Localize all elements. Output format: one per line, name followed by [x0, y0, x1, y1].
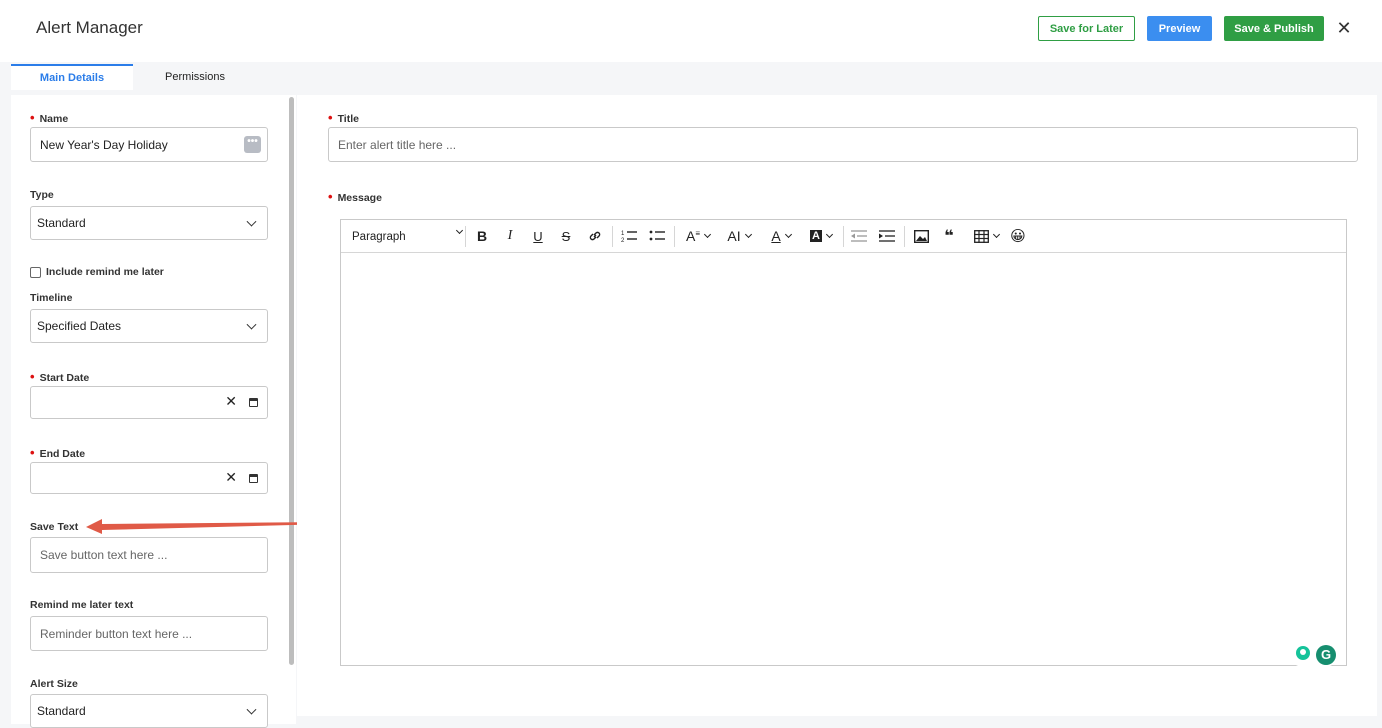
save-text-placeholder: Save button text here ... [40, 548, 168, 562]
tab-main-details[interactable]: Main Details [11, 64, 133, 90]
alert-size-label: Alert Size [30, 678, 78, 690]
image-icon[interactable] [911, 226, 931, 246]
paragraph-style-select[interactable]: Paragraph [352, 226, 464, 247]
title-input[interactable]: Enter alert title here ... [328, 127, 1358, 162]
emoji-button[interactable]: 😀 [1008, 226, 1028, 246]
preview-button[interactable]: Preview [1147, 16, 1212, 41]
remind-text-input[interactable]: Reminder button text here ... [30, 616, 268, 651]
name-label: Name [30, 110, 69, 125]
bullet-list-icon[interactable] [647, 226, 667, 246]
font-color-button[interactable]: A [765, 226, 797, 246]
chevron-down-icon [246, 216, 257, 227]
message-editor[interactable]: Paragraph B I U S 12 A ≡ AI A A ❝ 😀 [340, 219, 1347, 666]
chevron-down-icon [246, 319, 257, 330]
calendar-icon[interactable] [249, 474, 258, 483]
timeline-select[interactable]: Specified Dates [30, 309, 268, 343]
remind-me-later-label: Include remind me later [46, 266, 164, 278]
remind-text-placeholder: Reminder button text here ... [40, 626, 193, 641]
alert-size-select[interactable]: Standard [30, 694, 268, 728]
ordered-list-icon[interactable]: 12 [619, 226, 639, 246]
font-color-glyph: A [771, 228, 781, 244]
save-for-later-button[interactable]: Save for Later [1038, 16, 1135, 41]
indent-icon[interactable] [877, 226, 897, 246]
svg-text:2: 2 [621, 238, 625, 243]
table-icon[interactable] [969, 226, 1003, 246]
toolbar-divider [674, 226, 675, 247]
clear-icon[interactable]: ✕ [225, 469, 237, 486]
clear-icon[interactable]: ✕ [225, 393, 237, 410]
strikethrough-button[interactable]: S [556, 226, 576, 246]
tab-bar: Main Details Permissions [0, 62, 1382, 96]
toolbar-divider [612, 226, 613, 247]
text-case-glyph: AI [727, 228, 741, 244]
remind-me-later-checkbox[interactable] [30, 267, 41, 278]
save-text-input[interactable]: Save button text here ... [30, 537, 268, 573]
start-date-input[interactable]: ✕ [30, 386, 268, 419]
editor-toolbar: Paragraph B I U S 12 A ≡ AI A A ❝ 😀 [341, 220, 1346, 253]
header-bar: Alert Manager Save for Later Preview Sav… [0, 0, 1382, 62]
toolbar-divider [904, 226, 905, 247]
blockquote-button[interactable]: ❝ [939, 226, 959, 246]
timeline-value: Specified Dates [37, 319, 122, 333]
paragraph-style-value: Paragraph [352, 231, 406, 243]
save-and-publish-button[interactable]: Save & Publish [1224, 16, 1324, 41]
chevron-down-icon [246, 704, 257, 715]
title-placeholder: Enter alert title here ... [338, 137, 457, 152]
chevron-down-icon [703, 230, 712, 239]
type-value: Standard [37, 216, 86, 230]
calendar-icon[interactable] [249, 398, 258, 407]
chevron-down-icon [784, 230, 792, 239]
panel-scrollbar[interactable] [289, 97, 294, 665]
highlight-color-button[interactable]: A [804, 226, 838, 246]
bold-button[interactable]: B [472, 226, 492, 246]
annotation-arrow-shape [86, 519, 330, 534]
more-dots-icon[interactable]: ••• [244, 136, 261, 153]
grammarly-icon[interactable]: G [1316, 645, 1336, 665]
name-input[interactable]: New Year's Day Holiday ••• [30, 127, 268, 162]
font-size-glyph: A [685, 228, 696, 244]
alert-size-value: Standard [37, 704, 86, 718]
italic-button[interactable]: I [500, 226, 520, 246]
chevron-down-icon [992, 230, 1000, 239]
save-text-label: Save Text [30, 521, 79, 533]
timeline-label: Timeline [30, 292, 73, 304]
page-title: Alert Manager [36, 18, 143, 37]
toolbar-divider [843, 226, 844, 247]
underline-button[interactable]: U [528, 226, 548, 246]
end-date-input[interactable]: ✕ [30, 462, 268, 494]
start-date-label: Start Date [30, 369, 90, 384]
message-label: Message [328, 189, 382, 204]
name-value: New Year's Day Holiday [40, 137, 168, 152]
chevron-down-icon [825, 230, 834, 239]
tab-permissions[interactable]: Permissions [150, 64, 240, 90]
outdent-icon[interactable] [849, 226, 869, 246]
chevron-down-icon [744, 230, 752, 239]
svg-text:1: 1 [621, 231, 625, 237]
link-icon[interactable] [585, 226, 605, 246]
chevron-down-icon [455, 226, 464, 235]
close-icon[interactable]: ✕ [1336, 17, 1352, 39]
end-date-label: End Date [30, 445, 86, 460]
title-label: Title [328, 110, 359, 125]
highlight-glyph: A [810, 230, 822, 242]
toolbar-divider [465, 226, 466, 247]
type-select[interactable]: Standard [30, 206, 268, 240]
remind-text-label: Remind me later text [30, 599, 134, 611]
annotation-arrow [86, 519, 330, 534]
text-case-button[interactable]: AI [722, 226, 756, 246]
suggestion-bulb-icon[interactable] [1296, 646, 1310, 660]
type-label: Type [30, 189, 54, 201]
font-size-button[interactable]: A ≡ [681, 226, 715, 246]
